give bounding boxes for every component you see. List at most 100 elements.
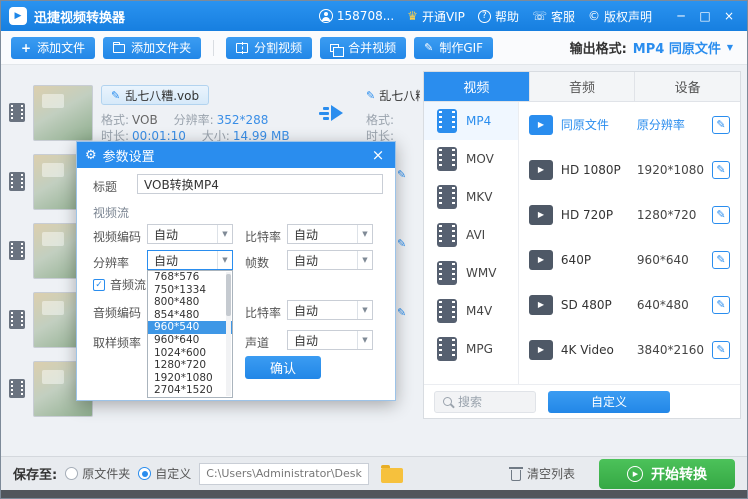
film-icon xyxy=(437,147,457,171)
close-button[interactable]: × xyxy=(717,5,741,27)
format-item-avi[interactable]: AVI xyxy=(424,216,518,254)
account-label: 158708... xyxy=(336,9,395,23)
format-item-m4v[interactable]: M4V xyxy=(424,292,518,330)
tab-video[interactable]: 视频 xyxy=(424,72,530,101)
clear-list-button[interactable]: 清空列表 xyxy=(508,465,575,482)
preset-item-4k[interactable]: ▶ 4K Video 3840*2160 ✎ xyxy=(519,327,740,372)
chevron-down-icon: ▼ xyxy=(357,225,372,243)
format-item-mkv[interactable]: MKV xyxy=(424,178,518,216)
account-menu[interactable]: 158708... xyxy=(318,9,395,23)
preset-item-original[interactable]: ▶ 同原文件 原分辨率 ✎ xyxy=(519,102,740,147)
edit-preset-icon[interactable]: ✎ xyxy=(712,205,730,224)
window-bottom-strip xyxy=(1,490,747,498)
dropdown-option[interactable]: 960*640 xyxy=(148,334,232,347)
account-icon xyxy=(318,9,333,23)
minimize-button[interactable]: ─ xyxy=(669,5,693,27)
titlebar: ▶ 迅捷视频转换器 158708... ♛ 开通VIP ? 帮助 ☏ 客服 © xyxy=(1,1,747,31)
copyright-button[interactable]: © 版权声明 xyxy=(588,8,652,25)
add-folder-button[interactable]: 添加文件夹 xyxy=(103,36,202,59)
output-path-input[interactable] xyxy=(199,462,370,485)
resolution-select[interactable]: 自动 ▼ xyxy=(147,250,233,270)
split-icon xyxy=(236,41,249,54)
format-item-wmv[interactable]: WMV xyxy=(424,254,518,292)
format-item-mpg[interactable]: MPG xyxy=(424,330,518,368)
search-box[interactable] xyxy=(434,390,536,413)
make-gif-label: 制作GIF xyxy=(439,41,484,55)
format-item-mov[interactable]: MOV xyxy=(424,140,518,178)
format-item-mp4[interactable]: MP4 xyxy=(424,102,518,140)
copyright-icon: © xyxy=(587,9,600,23)
edit-output-icon: ✎ xyxy=(366,89,376,102)
radio-icon xyxy=(65,467,79,480)
radio-original-folder[interactable]: 原文件夹 xyxy=(65,465,130,482)
dropdown-option[interactable]: 1024*600 xyxy=(148,347,232,360)
audio-bitrate-select[interactable]: 自动 ▼ xyxy=(287,300,373,320)
search-input[interactable] xyxy=(458,394,522,409)
file-name-tag[interactable]: ✎ 乱七八糟.vob xyxy=(101,85,210,105)
preset-item-1080p[interactable]: ▶ HD 1080P 1920*1080 ✎ xyxy=(519,147,740,192)
sample-rate-label: 取样频率 xyxy=(93,336,142,350)
add-file-button[interactable]: + 添加文件 xyxy=(11,36,96,59)
format-list: MP4 MOV MKV AVI WMV M4V MPG xyxy=(424,102,519,384)
radio-custom-folder[interactable]: 自定义 xyxy=(138,465,191,482)
edit-preset-icon[interactable]: ✎ xyxy=(712,340,730,359)
merge-video-button[interactable]: 合并视频 xyxy=(320,36,407,59)
dropdown-option[interactable]: 1280*720 xyxy=(148,359,232,372)
edit-preset-icon[interactable]: ✎ xyxy=(712,295,730,314)
framerate-select[interactable]: 自动 ▼ xyxy=(287,250,373,270)
help-button[interactable]: ? 帮助 xyxy=(477,8,519,25)
edit-output-icon: ✎ xyxy=(397,306,407,319)
split-video-button[interactable]: 分割视频 xyxy=(226,36,313,59)
preset-item-480p[interactable]: ▶ SD 480P 640*480 ✎ xyxy=(519,282,740,327)
output-format-select[interactable]: 输出格式: MP4 同原文件 ▼ xyxy=(570,38,737,57)
support-button[interactable]: ☏ 客服 xyxy=(532,8,575,25)
bitrate-label: 比特率 xyxy=(245,230,282,244)
confirm-button[interactable]: 确认 xyxy=(245,356,321,379)
bottom-bar: 保存至: 原文件夹 自定义 清空列表 ▶ 开始转换 xyxy=(1,456,747,490)
browse-folder-icon[interactable] xyxy=(381,464,404,483)
main-area: ✎ 乱七八糟.vob 格式: VOB 分辨率: 352*288 时长: 00:01:1… xyxy=(1,65,747,456)
dropdown-scrollbar[interactable] xyxy=(226,272,231,396)
tab-device[interactable]: 设备 xyxy=(635,72,740,101)
video-file-icon: ▶ xyxy=(528,114,553,135)
app-logo-icon: ▶ xyxy=(9,7,27,25)
maximize-button[interactable]: □ xyxy=(693,5,717,27)
dropdown-option[interactable]: 854*480 xyxy=(148,309,232,322)
dropdown-option-selected[interactable]: 960*540 xyxy=(148,321,232,334)
output-format-label: 格式: xyxy=(366,113,395,127)
dropdown-option[interactable]: 750*1334 xyxy=(148,284,232,297)
preset-item-640p[interactable]: ▶ 640P 960*640 ✎ xyxy=(519,237,740,282)
channel-select[interactable]: 自动 ▼ xyxy=(287,330,373,350)
start-convert-button[interactable]: ▶ 开始转换 xyxy=(599,458,735,489)
convert-arrow-icon xyxy=(319,105,343,121)
make-gif-button[interactable]: ✎ 制作GIF xyxy=(414,36,494,59)
preset-item-720p[interactable]: ▶ HD 720P 1280*720 ✎ xyxy=(519,192,740,237)
edit-preset-icon[interactable]: ✎ xyxy=(712,115,730,134)
resolution-label: 分辨率 xyxy=(93,256,130,270)
framerate-label: 帧数 xyxy=(245,256,270,270)
video-file-icon: ▶ xyxy=(528,339,553,360)
chevron-down-icon: ▼ xyxy=(217,225,232,243)
video-file-icon: ▶ xyxy=(528,159,553,180)
video-thumbnail xyxy=(33,85,93,141)
edit-preset-icon[interactable]: ✎ xyxy=(712,160,730,179)
edit-preset-icon[interactable]: ✎ xyxy=(712,250,730,269)
tab-audio[interactable]: 音频 xyxy=(530,72,636,101)
dropdown-option[interactable]: 800*480 xyxy=(148,296,232,309)
search-icon xyxy=(443,397,452,406)
output-name-tag[interactable]: ✎ 乱七八糟.vob xyxy=(366,87,420,104)
dropdown-option[interactable]: 768*576 xyxy=(148,271,232,284)
play-icon: ▶ xyxy=(627,465,643,482)
bitrate-select[interactable]: 自动 ▼ xyxy=(287,224,373,244)
custom-button[interactable]: 自定义 xyxy=(548,390,670,413)
output-name: 乱七八糟.vob xyxy=(379,89,420,103)
radio-selected-icon xyxy=(138,467,152,480)
dropdown-option[interactable]: 1920*1080 xyxy=(148,372,232,385)
title-field-input[interactable] xyxy=(137,174,383,194)
video-codec-select[interactable]: 自动 ▼ xyxy=(147,224,233,244)
vip-button[interactable]: ♛ 开通VIP xyxy=(407,8,465,25)
dropdown-option[interactable]: 2704*1520 xyxy=(148,384,232,397)
audio-stream-checkbox[interactable]: ✓ xyxy=(93,278,105,291)
dialog-close-icon[interactable]: × xyxy=(369,146,387,164)
video-codec-label: 视频编码 xyxy=(93,230,142,244)
